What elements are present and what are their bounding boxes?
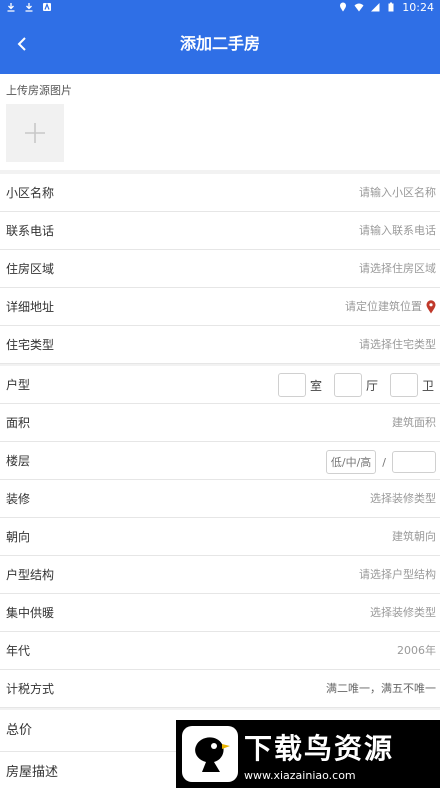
- region-row[interactable]: 住房区域 请选择住房区域: [0, 250, 440, 288]
- room-unit: 室: [309, 378, 322, 393]
- watermark-url: www.xiazainiao.com: [244, 768, 356, 782]
- status-bar: 10:24: [0, 0, 440, 14]
- decoration-label: 装修: [6, 492, 31, 506]
- region-select[interactable]: 请选择住房区域: [359, 250, 436, 288]
- heating-label: 集中供暖: [6, 606, 55, 620]
- floor-inputs: 低/中/高 /: [325, 450, 436, 474]
- tax-row[interactable]: 计税方式 满二唯一，满五不唯一: [0, 670, 440, 708]
- address-row[interactable]: 详细地址 请定位建筑位置: [0, 288, 440, 326]
- add-photo-button[interactable]: [6, 104, 64, 162]
- community-row[interactable]: 小区名称 请输入小区名称: [0, 174, 440, 212]
- hall-count-input[interactable]: [333, 373, 362, 397]
- structure-row[interactable]: 户型结构 请选择户型结构: [0, 556, 440, 594]
- location-pin-icon[interactable]: [426, 300, 436, 314]
- floor-label: 楼层: [6, 454, 31, 468]
- watermark-overlay: 下载鸟资源 www.xiazainiao.com: [176, 720, 440, 788]
- decoration-row[interactable]: 装修 选择装修类型: [0, 480, 440, 518]
- year-row[interactable]: 年代 2006年: [0, 632, 440, 670]
- housing-type-select[interactable]: 请选择住宅类型: [359, 326, 436, 364]
- layout-inputs: 室 厅 卫: [277, 373, 436, 397]
- orientation-select[interactable]: 建筑朝向: [392, 518, 436, 556]
- year-label: 年代: [6, 644, 31, 658]
- wifi-icon: [354, 3, 364, 12]
- page-title: 添加二手房: [179, 34, 260, 53]
- battery-icon: [388, 2, 394, 12]
- layout-row: 户型 室 厅 卫: [0, 366, 440, 404]
- floor-slash: /: [382, 455, 386, 469]
- phone-label: 联系电话: [6, 224, 55, 238]
- housing-type-label: 住宅类型: [6, 338, 55, 352]
- community-label: 小区名称: [6, 186, 55, 200]
- top-nav-bar: 添加二手房: [0, 14, 440, 74]
- description-label: 房屋描述: [6, 765, 59, 780]
- room-count-input[interactable]: [277, 373, 306, 397]
- form-content: 上传房源图片 小区名称 请输入小区名称 联系电话 请输入联系电话 住房区域 请选…: [0, 74, 440, 788]
- location-icon: [340, 2, 347, 12]
- region-label: 住房区域: [6, 262, 55, 276]
- phone-input[interactable]: 请输入联系电话: [359, 212, 436, 250]
- size-row[interactable]: 面积 建筑面积: [0, 404, 440, 442]
- address-label: 详细地址: [6, 300, 55, 314]
- structure-label: 户型结构: [6, 568, 55, 582]
- tax-select[interactable]: 满二唯一，满五不唯一: [326, 670, 436, 708]
- download-icon: [25, 3, 33, 12]
- size-label: 面积: [6, 416, 31, 430]
- tax-label: 计税方式: [6, 682, 55, 696]
- floor-level-select[interactable]: 低/中/高: [325, 450, 377, 474]
- bath-unit: 卫: [421, 378, 434, 393]
- housing-type-row[interactable]: 住宅类型 请选择住宅类型: [0, 326, 440, 364]
- size-input[interactable]: 建筑面积: [392, 404, 436, 442]
- bird-logo-icon: [182, 726, 238, 782]
- hall-unit: 厅: [365, 378, 378, 393]
- signal-icon: [371, 3, 380, 12]
- year-input[interactable]: 2006年: [397, 632, 436, 670]
- status-time: 10:24: [402, 0, 434, 14]
- bath-count-input[interactable]: [389, 373, 418, 397]
- heating-row[interactable]: 集中供暖 选择装修类型: [0, 594, 440, 632]
- watermark-title: 下载鸟资源: [244, 731, 395, 765]
- download-icon: [7, 3, 15, 12]
- layout-label: 户型: [6, 378, 31, 392]
- address-locate[interactable]: 请定位建筑位置: [345, 288, 436, 326]
- phone-row[interactable]: 联系电话 请输入联系电话: [0, 212, 440, 250]
- upload-label: 上传房源图片: [6, 84, 72, 97]
- total-floors-input[interactable]: [392, 451, 436, 473]
- upload-section: 上传房源图片: [0, 74, 440, 170]
- orientation-label: 朝向: [6, 530, 31, 544]
- floor-row: 楼层 低/中/高 /: [0, 442, 440, 480]
- decoration-select[interactable]: 选择装修类型: [370, 480, 436, 518]
- community-input[interactable]: 请输入小区名称: [359, 174, 436, 212]
- plus-icon: [25, 123, 45, 143]
- total-price-label: 总价: [6, 723, 33, 738]
- address-placeholder: 请定位建筑位置: [345, 300, 422, 313]
- orientation-row[interactable]: 朝向 建筑朝向: [0, 518, 440, 556]
- app-notification-icon: [43, 2, 51, 11]
- structure-select[interactable]: 请选择户型结构: [359, 556, 436, 594]
- heating-select[interactable]: 选择装修类型: [370, 594, 436, 632]
